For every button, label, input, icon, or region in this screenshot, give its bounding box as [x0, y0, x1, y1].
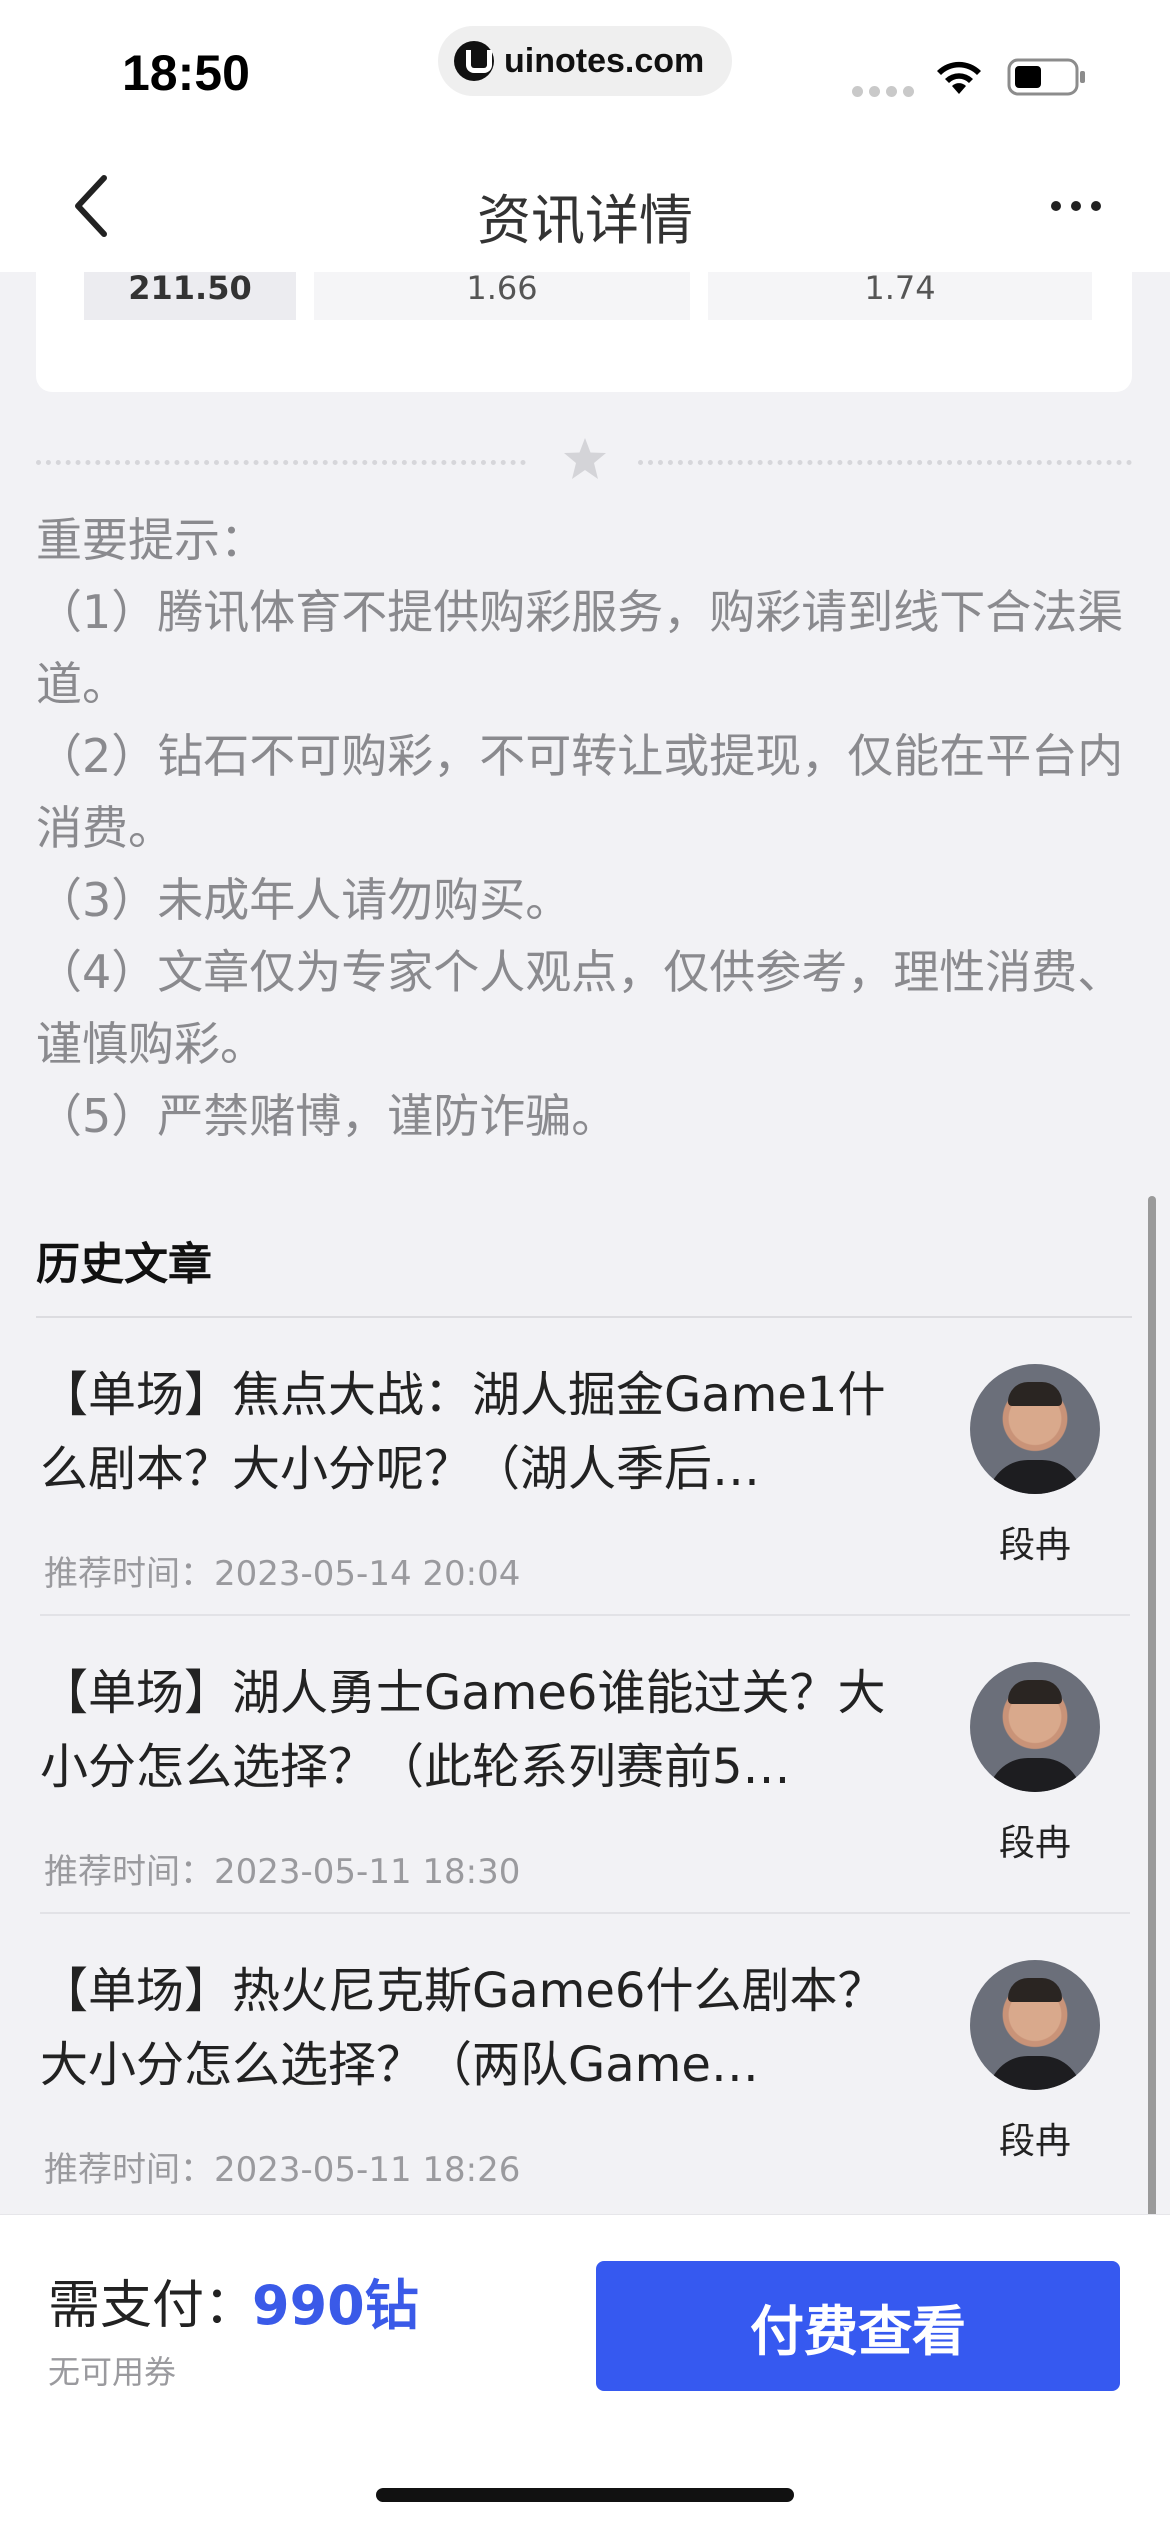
article-divider [40, 1912, 1130, 1914]
status-bar: 18:50 uinotes.com [0, 0, 1170, 140]
article-item[interactable]: 【单场】湖人勇士Game6谁能过关？大小分怎么选择？（此轮系列赛前5… 推荐时间… [40, 1656, 1130, 1954]
notice-line: （3）未成年人请勿购买。 [36, 873, 572, 927]
article-divider [40, 1614, 1130, 1616]
odds-cell: 1.74 [708, 272, 1092, 320]
nav-bar: 资讯详情 [0, 140, 1170, 272]
history-section-title: 历史文章 [36, 1239, 212, 1290]
notice-line: （1）腾讯体育不提供购彩服务，购彩请到线下合法渠道。 [36, 585, 1124, 711]
author-name: 段冉 [998, 2121, 1071, 2162]
notice-block: 重要提示： （1）腾讯体育不提供购彩服务，购彩请到线下合法渠道。 （2）钻石不可… [36, 504, 1136, 1152]
status-time: 18:50 [122, 45, 250, 101]
notice-line: （5）严禁赌博，谨防诈骗。 [36, 1089, 618, 1143]
section-divider [36, 1316, 1132, 1318]
battery-icon [1007, 58, 1085, 96]
odds-row: 211.50 1.66 1.74 [84, 272, 1092, 320]
divider-right [638, 460, 1132, 465]
star-icon [564, 438, 606, 479]
notice-line: 重要提示： [36, 513, 266, 567]
page-title: 资讯详情 [477, 189, 693, 252]
divider-left [36, 460, 526, 465]
pay-label: 需支付： [48, 2276, 257, 2336]
avatar[interactable] [970, 1960, 1100, 2090]
odds-cell: 211.50 [84, 272, 296, 320]
scrollbar[interactable] [1148, 1196, 1156, 2386]
avatar[interactable] [970, 1662, 1100, 1792]
more-icon[interactable] [1050, 200, 1102, 212]
article-title[interactable]: 【单场】焦点大战：湖人掘金Game1什么剧本？大小分呢？（湖人季后… [40, 1358, 900, 1506]
article-time: 推荐时间：2023-05-11 18:30 [44, 1852, 521, 1892]
signal-icon [852, 86, 914, 97]
article-title[interactable]: 【单场】湖人勇士Game6谁能过关？大小分怎么选择？（此轮系列赛前5… [40, 1656, 900, 1804]
author-name: 段冉 [998, 1525, 1071, 1566]
pay-amount: 990钻 [252, 2274, 419, 2337]
avatar[interactable] [970, 1364, 1100, 1494]
content-area[interactable]: 211.50 1.66 1.74 重要提示： （1）腾讯体育不提供购彩服务，购彩… [0, 272, 1170, 2214]
author-name: 段冉 [998, 1823, 1071, 1864]
odds-cell: 1.66 [314, 272, 690, 320]
odds-card: 211.50 1.66 1.74 [36, 272, 1132, 392]
article-item[interactable]: 【单场】热火尼克斯Game6什么剧本？大小分怎么选择？（两队Game… 推荐时间… [40, 1954, 1130, 2214]
home-indicator[interactable] [376, 2488, 794, 2502]
payment-bar: 需支付： 990钻 无可用券 付费查看 [0, 2214, 1170, 2532]
url-pill[interactable]: uinotes.com [438, 26, 732, 96]
url-text: uinotes.com [504, 41, 705, 80]
site-logo-icon [454, 41, 494, 81]
article-item[interactable]: 【单场】焦点大战：湖人掘金Game1什么剧本？大小分呢？（湖人季后… 推荐时间：… [40, 1358, 1130, 1656]
coupon-note[interactable]: 无可用券 [48, 2347, 176, 2393]
article-time: 推荐时间：2023-05-11 18:26 [44, 2150, 521, 2190]
notice-line: （2）钻石不可购彩，不可转让或提现，仅能在平台内消费。 [36, 729, 1124, 855]
notice-line: （4）文章仅为专家个人观点，仅供参考，理性消费、谨慎购彩。 [36, 945, 1124, 1071]
article-time: 推荐时间：2023-05-14 20:04 [44, 1554, 521, 1594]
wifi-icon [937, 61, 981, 94]
article-title[interactable]: 【单场】热火尼克斯Game6什么剧本？大小分怎么选择？（两队Game… [40, 1954, 900, 2102]
pay-view-button[interactable]: 付费查看 [596, 2261, 1120, 2391]
